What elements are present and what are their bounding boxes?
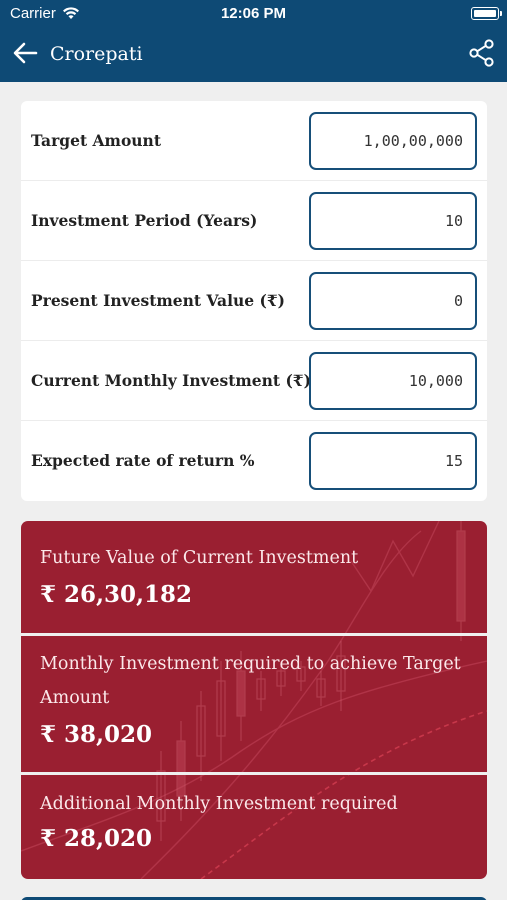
future-value-amount: ₹ 26,30,182 <box>40 581 193 608</box>
monthly-required-amount: ₹ 38,020 <box>40 721 153 748</box>
results-card: Future Value of Current Investment ₹ 26,… <box>21 521 487 879</box>
page-title: Crorepati <box>50 43 143 65</box>
investment-period-label: Investment Period (Years) <box>31 211 258 230</box>
battery-icon <box>471 7 502 20</box>
monthly-investment-row: Current Monthly Investment (₹) 10,000 <box>21 341 487 421</box>
status-time: 12:06 PM <box>220 5 287 22</box>
share-icon[interactable] <box>468 39 496 67</box>
target-amount-input[interactable]: 1,00,00,000 <box>309 112 477 170</box>
rate-of-return-row: Expected rate of return % 15 <box>21 421 487 501</box>
status-bar: Carrier 12:06 PM <box>0 0 507 28</box>
investment-period-row: Investment Period (Years) 10 <box>21 181 487 261</box>
app-header: Carrier 12:06 PM Crorepati <box>0 0 507 82</box>
monthly-required-label-line1: Monthly Investment required to achieve T… <box>40 654 461 674</box>
monthly-required-section: Monthly Investment required to achieve T… <box>21 636 487 772</box>
rate-of-return-label: Expected rate of return % <box>31 451 255 470</box>
future-value-section: Future Value of Current Investment ₹ 26,… <box>21 521 487 633</box>
future-value-label: Future Value of Current Investment <box>40 548 359 568</box>
monthly-required-label-line2: Amount <box>40 688 110 708</box>
additional-monthly-label: Additional Monthly Investment required <box>40 794 398 814</box>
rate-of-return-input[interactable]: 15 <box>309 432 477 490</box>
present-investment-row: Present Investment Value (₹) 0 <box>21 261 487 341</box>
present-investment-input[interactable]: 0 <box>309 272 477 330</box>
present-investment-label: Present Investment Value (₹) <box>31 291 285 310</box>
target-amount-row: Target Amount 1,00,00,000 <box>21 101 487 181</box>
additional-monthly-section: Additional Monthly Investment required ₹… <box>21 775 487 879</box>
additional-monthly-amount: ₹ 28,020 <box>40 825 153 852</box>
input-form-card: Target Amount 1,00,00,000 Investment Per… <box>21 101 487 501</box>
monthly-investment-input[interactable]: 10,000 <box>309 352 477 410</box>
investment-period-input[interactable]: 10 <box>309 192 477 250</box>
arrow-left-icon[interactable] <box>12 41 38 65</box>
target-amount-label: Target Amount <box>31 131 161 150</box>
monthly-investment-label: Current Monthly Investment (₹) <box>31 371 311 390</box>
